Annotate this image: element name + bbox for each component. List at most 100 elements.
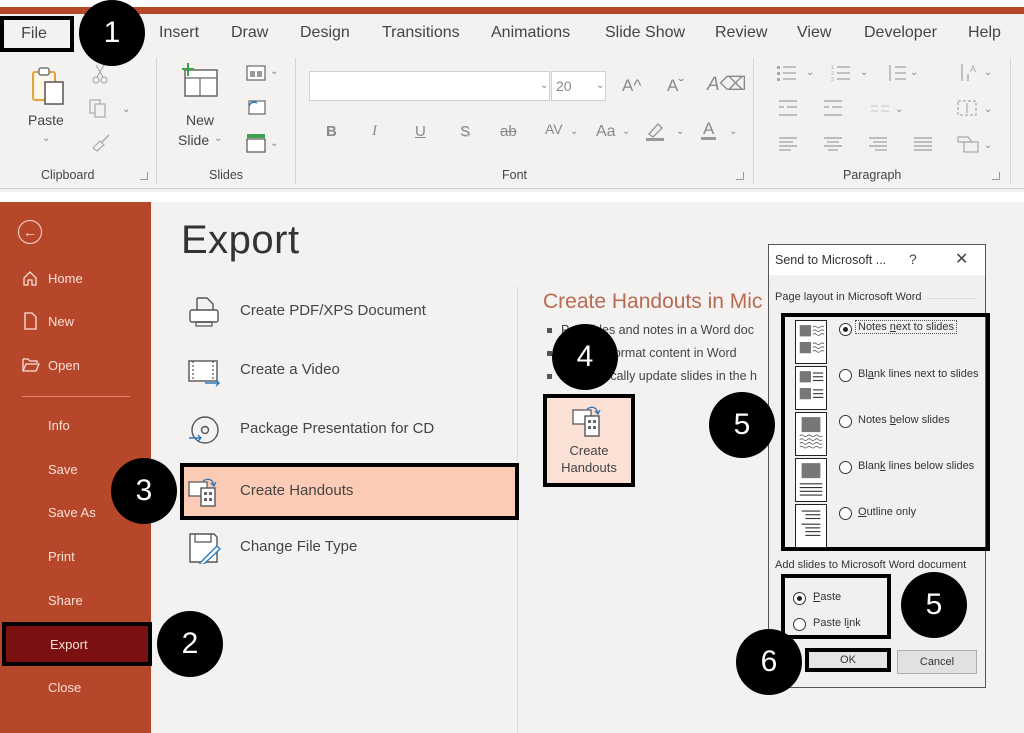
change-case-chevron-down-icon[interactable]: ⌄ xyxy=(622,126,630,137)
font-color-icon[interactable]: A xyxy=(701,120,717,140)
back-arrow-icon[interactable]: ← xyxy=(18,220,42,244)
format-painter-brush-icon[interactable] xyxy=(90,132,112,152)
font-color-chevron-down-icon[interactable]: ⌄ xyxy=(729,126,737,137)
align-center-icon[interactable] xyxy=(823,136,843,152)
nav-item-close[interactable]: Close xyxy=(0,669,151,705)
convert-to-smartart-icon[interactable] xyxy=(956,134,980,154)
tab-transitions[interactable]: Transitions xyxy=(382,24,460,42)
paste-radio[interactable] xyxy=(793,592,806,605)
layout-radio[interactable] xyxy=(839,461,852,474)
bullets-chevron-down-icon[interactable]: ⌄ xyxy=(806,67,814,78)
paste-option-paste[interactable]: Paste xyxy=(793,590,893,608)
new-slide-chevron-down-icon[interactable]: ⌄ xyxy=(214,133,222,144)
reset-slide-icon[interactable] xyxy=(246,98,266,116)
nav-item-new[interactable]: New xyxy=(0,303,151,339)
clear-formatting-icon[interactable]: A⌫ xyxy=(707,75,747,94)
new-slide-icon[interactable] xyxy=(180,62,220,98)
character-spacing-icon[interactable]: AV xyxy=(545,122,563,136)
justify-icon[interactable] xyxy=(913,136,933,152)
layout-option-notes-next[interactable]: Notes next to slides xyxy=(785,320,986,366)
layout-option-blank-next[interactable]: Blank lines next to slides xyxy=(785,366,986,412)
text-shadow-icon[interactable]: S xyxy=(460,124,470,139)
increase-indent-icon[interactable] xyxy=(823,99,843,117)
tab-slide-show[interactable]: Slide Show xyxy=(605,24,685,42)
layout-icon[interactable] xyxy=(246,65,266,81)
new-slide-label-line2[interactable]: Slide xyxy=(178,132,209,148)
close-icon[interactable]: ✕ xyxy=(955,249,968,269)
smartart-chevron-down-icon[interactable]: ⌄ xyxy=(984,140,992,151)
grow-font-icon[interactable]: A^ xyxy=(622,77,641,94)
export-option-video[interactable]: Create a Video xyxy=(183,345,517,397)
tab-design[interactable]: Design xyxy=(300,24,350,42)
export-option-pdf-xps[interactable]: Create PDF/XPS Document xyxy=(183,286,517,338)
character-spacing-chevron-down-icon[interactable]: ⌄ xyxy=(570,126,578,137)
paste-clipboard-icon[interactable] xyxy=(30,66,68,106)
paste-button-label[interactable]: Paste xyxy=(28,112,64,128)
nav-item-export[interactable]: Export xyxy=(2,622,152,666)
tab-help[interactable]: Help xyxy=(968,24,1001,42)
font-dialog-launcher-icon[interactable] xyxy=(736,172,744,180)
text-direction-icon[interactable]: A xyxy=(958,62,980,84)
ok-button[interactable]: OK xyxy=(805,648,891,672)
change-case-icon[interactable]: Aa xyxy=(596,124,616,140)
layout-option-outline-only[interactable]: Outline only xyxy=(785,504,986,550)
nav-item-info[interactable]: Info xyxy=(0,407,151,443)
copy-chevron-down-icon[interactable]: ⌄ xyxy=(122,104,130,115)
columns-chevron-down-icon[interactable]: ⌄ xyxy=(895,104,903,115)
align-text-chevron-down-icon[interactable]: ⌄ xyxy=(984,104,992,115)
layout-radio[interactable] xyxy=(839,415,852,428)
font-size-chevron-down-icon[interactable]: ⌄ xyxy=(596,80,604,91)
tab-draw[interactable]: Draw xyxy=(231,24,268,42)
font-name-combobox[interactable] xyxy=(309,71,550,101)
paste-option-paste-link[interactable]: Paste link xyxy=(793,616,893,634)
tab-file[interactable]: File xyxy=(0,16,74,52)
paste-radio[interactable] xyxy=(793,618,806,631)
line-spacing-chevron-down-icon[interactable]: ⌄ xyxy=(910,67,918,78)
numbering-chevron-down-icon[interactable]: ⌄ xyxy=(860,67,868,78)
underline-icon[interactable]: U xyxy=(415,124,426,139)
layout-radio[interactable] xyxy=(839,323,852,336)
highlight-icon[interactable] xyxy=(644,120,666,142)
columns-icon[interactable] xyxy=(870,103,890,115)
new-slide-label-line1[interactable]: New xyxy=(186,112,214,128)
highlight-chevron-down-icon[interactable]: ⌄ xyxy=(676,126,684,137)
create-handouts-button[interactable]: Create Handouts xyxy=(543,394,635,487)
italic-icon[interactable]: I xyxy=(372,124,377,139)
tab-insert[interactable]: Insert xyxy=(159,24,199,42)
nav-item-share[interactable]: Share xyxy=(0,582,151,618)
copy-icon[interactable] xyxy=(88,98,108,118)
tab-animations[interactable]: Animations xyxy=(491,24,570,42)
numbering-icon[interactable]: 123 xyxy=(830,64,852,82)
paragraph-dialog-launcher-icon[interactable] xyxy=(992,172,1000,180)
section-chevron-down-icon[interactable]: ⌄ xyxy=(270,138,278,149)
decrease-indent-icon[interactable] xyxy=(778,99,798,117)
bold-icon[interactable]: B xyxy=(326,124,337,139)
layout-option-blank-below[interactable]: Blank lines below slides xyxy=(785,458,986,504)
tab-developer[interactable]: Developer xyxy=(864,24,937,42)
cut-scissors-icon[interactable] xyxy=(92,64,108,84)
line-spacing-icon[interactable] xyxy=(886,63,908,83)
layout-chevron-down-icon[interactable]: ⌄ xyxy=(270,66,278,77)
export-option-package-cd[interactable]: Package Presentation for CD xyxy=(183,404,517,456)
tab-review[interactable]: Review xyxy=(715,24,767,42)
paste-chevron-down-icon[interactable]: ⌄ xyxy=(42,133,50,144)
layout-radio[interactable] xyxy=(839,369,852,382)
align-text-icon[interactable] xyxy=(956,98,978,118)
text-direction-chevron-down-icon[interactable]: ⌄ xyxy=(984,67,992,78)
export-option-change-file-type[interactable]: Change File Type xyxy=(183,522,517,574)
nav-item-home[interactable]: Home xyxy=(0,260,151,296)
export-option-create-handouts[interactable]: Create Handouts xyxy=(180,463,519,520)
font-name-chevron-down-icon[interactable]: ⌄ xyxy=(540,80,548,91)
nav-item-open[interactable]: Open xyxy=(0,347,151,383)
cancel-button[interactable]: Cancel xyxy=(897,650,977,674)
layout-radio[interactable] xyxy=(839,507,852,520)
shrink-font-icon[interactable]: Aˇ xyxy=(667,77,684,94)
bullets-icon[interactable] xyxy=(776,64,798,82)
align-right-icon[interactable] xyxy=(868,136,888,152)
layout-option-notes-below[interactable]: Notes below slides xyxy=(785,412,986,458)
clipboard-dialog-launcher-icon[interactable] xyxy=(140,172,148,180)
tab-view[interactable]: View xyxy=(797,24,831,42)
help-icon[interactable]: ? xyxy=(909,251,917,267)
align-left-icon[interactable] xyxy=(778,136,798,152)
nav-item-print[interactable]: Print xyxy=(0,538,151,574)
